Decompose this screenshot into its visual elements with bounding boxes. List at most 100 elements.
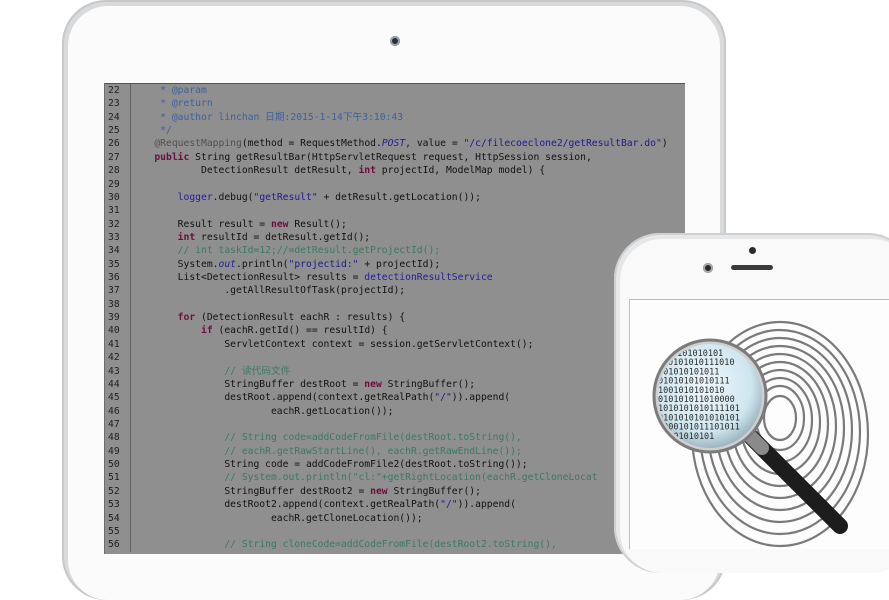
line-number: 35 xyxy=(105,257,131,272)
code-line: 31 xyxy=(105,204,685,218)
code-text: for (DetectionResult eachR : results) { xyxy=(177,312,406,324)
code-text: List<DetectionResult> results = detectio… xyxy=(131,272,493,284)
line-number: 37 xyxy=(105,284,131,298)
code-text: Result result = new Result(); xyxy=(131,218,347,230)
line-number: 27 xyxy=(105,150,131,165)
code-line: 28 DetectionResult detResult, int projec… xyxy=(105,164,685,178)
code-text: destRoot2.append(context.getRealPath("/"… xyxy=(131,499,516,511)
line-number: 50 xyxy=(105,458,131,472)
line-number: 24 xyxy=(105,110,131,125)
code-text: logger.debug("getResult" + detResult.get… xyxy=(177,191,481,203)
code-text: public String getResultBar(HttpServletRe… xyxy=(154,151,592,163)
code-line: 26 @RequestMapping(method = RequestMetho… xyxy=(105,137,685,151)
line-number: 28 xyxy=(105,164,131,178)
line-number: 29 xyxy=(105,177,131,191)
code-line: 30 logger.debug("getResult" + detResult.… xyxy=(105,190,685,205)
code-line: 34 // int taskId=12;//=detResult.getProj… xyxy=(105,244,685,258)
code-line: 42 xyxy=(105,351,685,365)
code-line: 50 String code = addCodeFromFile2(destRo… xyxy=(105,458,685,472)
line-number: 34 xyxy=(105,244,131,258)
code-line: 39 for (DetectionResult eachR : results)… xyxy=(105,311,685,325)
code-line: 36 List<DetectionResult> results = detec… xyxy=(105,271,685,285)
code-line: 41 ServletContext context = session.getS… xyxy=(105,337,685,352)
phone-camera xyxy=(749,247,756,254)
phone-front-sensor xyxy=(703,263,713,273)
line-number: 40 xyxy=(105,324,131,338)
code-line: 25 */ xyxy=(105,124,685,138)
line-number: 49 xyxy=(105,444,131,459)
line-number: 46 xyxy=(105,404,131,418)
code-text: // System.out.println("cl:"+getRightLoca… xyxy=(224,472,598,484)
line-number: 45 xyxy=(105,391,131,405)
code-line: 53 destRoot2.append(context.getRealPath(… xyxy=(105,498,685,512)
line-number: 47 xyxy=(105,417,131,432)
code-line: 27 public String getResultBar(HttpServle… xyxy=(105,150,685,165)
line-number: 56 xyxy=(105,538,131,552)
line-number: 39 xyxy=(105,311,131,325)
code-line: 33 int resultId = detResult.getId(); xyxy=(105,230,685,245)
line-number: 23 xyxy=(105,97,131,111)
code-line: 22 * @param xyxy=(105,84,685,98)
code-text: int resultId = detResult.getId(); xyxy=(177,231,371,243)
code-text: DetectionResult detResult, int projectId… xyxy=(131,165,546,177)
code-text: String code = addCodeFromFile2(destRoot.… xyxy=(131,459,528,471)
line-number: 55 xyxy=(105,524,131,539)
code-line: 40 if (eachR.getId() == resultId) { xyxy=(105,324,685,338)
code-text: // eachR.getRawStartLine(), eachR.getRaw… xyxy=(224,445,522,457)
code-line: 52 StringBuffer destRoot2 = new StringBu… xyxy=(105,484,685,499)
code-text: ServletContext context = session.getServ… xyxy=(131,338,534,350)
code-text: destRoot.append(context.getRealPath("/")… xyxy=(131,392,511,404)
line-number: 43 xyxy=(105,364,131,378)
code-line: 45 destRoot.append(context.getRealPath("… xyxy=(105,391,685,405)
code-line: 46 eachR.getLocation()); xyxy=(105,404,685,418)
code-line: 49 // eachR.getRawStartLine(), eachR.get… xyxy=(105,444,685,459)
line-number: 26 xyxy=(105,137,131,151)
line-number: 51 xyxy=(105,471,131,485)
line-number: 42 xyxy=(105,351,131,365)
code-line: 43 // 读代码文件 xyxy=(105,364,685,378)
phone-screen: 0101010101 0101010111010 101010101011 01010… xyxy=(629,299,889,549)
code-line: 44 StringBuffer destRoot = new StringBuf… xyxy=(105,377,685,392)
code-text: // 读代码文件 xyxy=(224,365,291,377)
line-number: 52 xyxy=(105,484,131,499)
code-text: @RequestMapping(method = RequestMethod.P… xyxy=(154,138,668,150)
code-line: 47 xyxy=(105,417,685,432)
code-text: .getAllResultOfTask(projectId); xyxy=(131,285,406,297)
code-text: // String code=addCodeFromFile(destRoot.… xyxy=(224,432,522,444)
code-text: StringBuffer destRoot2 = new StringBuffe… xyxy=(131,485,481,497)
code-line: 51 // System.out.println("cl:"+getRightL… xyxy=(105,471,685,485)
line-number: 41 xyxy=(105,337,131,352)
code-editor-screen: 22 * @param 23 * @return 24 * @author linc… xyxy=(104,83,685,554)
code-line: 55 xyxy=(105,524,685,539)
code-text: eachR.getLocation()); xyxy=(131,405,394,417)
code-text: if (eachR.getId() == resultId) { xyxy=(201,325,388,337)
tablet-camera xyxy=(390,36,400,46)
line-number: 25 xyxy=(105,124,131,138)
code-line: 37 .getAllResultOfTask(projectId); xyxy=(105,284,685,298)
code-text: */ xyxy=(160,125,172,137)
phone-speaker xyxy=(731,265,773,270)
line-number: 22 xyxy=(105,84,131,98)
line-number: 54 xyxy=(105,511,131,525)
code-text: * @return xyxy=(160,98,213,110)
code-line: 48 // String code=addCodeFromFile(destRo… xyxy=(105,431,685,445)
fingerprint-magnifier-illustration: 0101010101010101011101010101010101101010… xyxy=(652,320,870,548)
line-number: 31 xyxy=(105,204,131,218)
line-number: 36 xyxy=(105,271,131,285)
line-number: 30 xyxy=(105,190,131,205)
code-text: System.out.println("projectid:" + projec… xyxy=(131,258,441,270)
line-number: 32 xyxy=(105,217,131,231)
code-editor: 22 * @param 23 * @return 24 * @author linc… xyxy=(105,84,685,552)
code-line: 38 xyxy=(105,297,685,312)
binary-code-text: 0101010101010101011101010101010101101010… xyxy=(658,349,740,442)
code-line: 56 // String cloneCode=addCodeFromFile(d… xyxy=(105,538,685,552)
line-number: 33 xyxy=(105,230,131,245)
code-text: // String cloneCode=addCodeFromFile(dest… xyxy=(224,539,557,551)
code-text: StringBuffer destRoot = new StringBuffer… xyxy=(131,378,476,390)
